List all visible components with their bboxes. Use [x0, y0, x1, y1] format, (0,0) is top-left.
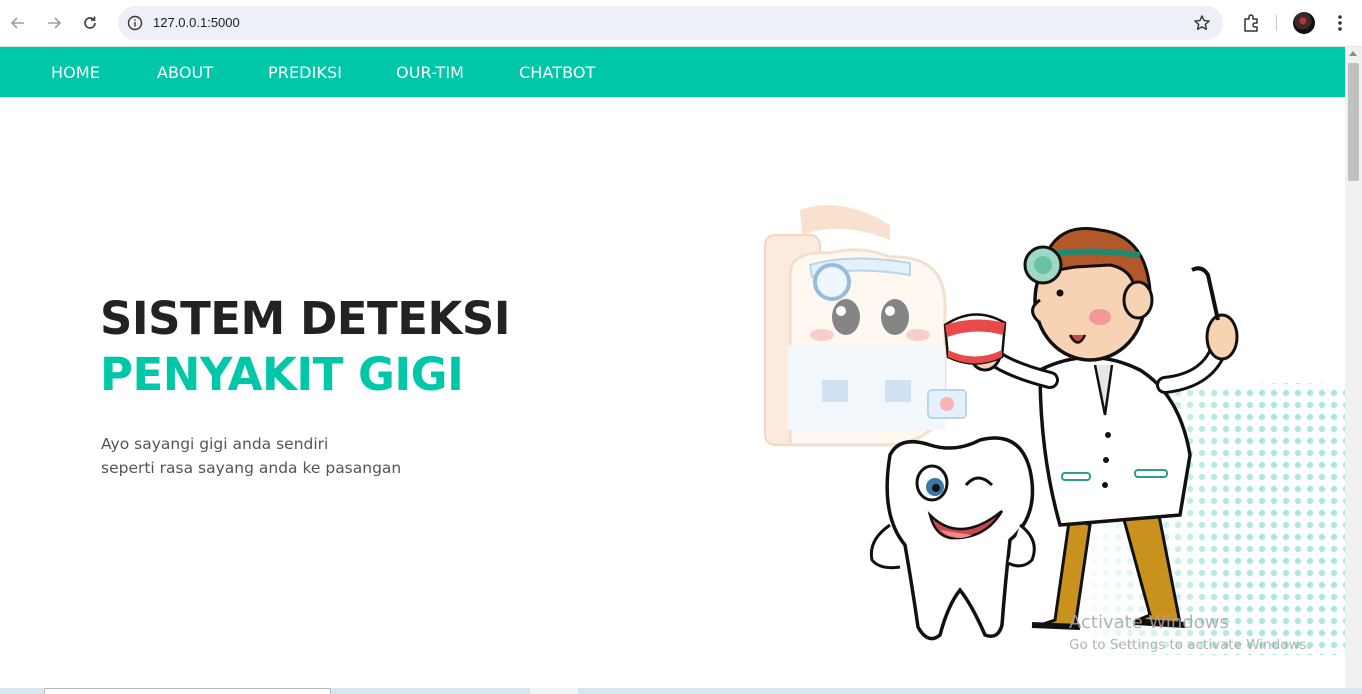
activate-windows-subtitle: Go to Settings to activate Windows.: [1069, 637, 1311, 653]
hero-description: Ayo sayangi gigi anda sendiri seperti ra…: [101, 432, 401, 480]
site-navbar: HOME ABOUT PREDIKSI OUR-TIM CHATBOT: [0, 47, 1345, 97]
taskbar-window-preview[interactable]: [44, 688, 331, 694]
site-info-icon[interactable]: [126, 14, 144, 32]
taskbar-edge: [0, 688, 1362, 694]
hero-subtitle: PENYAKIT GIGI: [100, 348, 464, 401]
hero-description-line-1: Ayo sayangi gigi anda sendiri: [101, 435, 329, 453]
bookmark-star-icon[interactable]: [1193, 14, 1211, 32]
faded-tooth-character: [764, 205, 967, 447]
browser-toolbar: 127.0.0.1:5000: [0, 0, 1362, 47]
taskbar-item[interactable]: [530, 688, 578, 694]
nav-home[interactable]: HOME: [51, 63, 100, 82]
page-scrollbar[interactable]: [1345, 47, 1362, 688]
hero-title: SISTEM DETEKSI: [100, 292, 511, 345]
reload-icon[interactable]: [79, 12, 101, 34]
url-text[interactable]: 127.0.0.1:5000: [153, 15, 240, 30]
happy-tooth-character: [869, 436, 1036, 641]
back-arrow-icon[interactable]: [7, 12, 29, 34]
extensions-icon[interactable]: [1240, 12, 1262, 34]
nav-about[interactable]: ABOUT: [157, 63, 213, 82]
profile-avatar[interactable]: [1293, 12, 1315, 34]
nav-chatbot[interactable]: CHATBOT: [519, 63, 595, 82]
scrollbar-thumb[interactable]: [1348, 63, 1359, 181]
dentist-illustration: [740, 195, 1345, 655]
more-menu-icon[interactable]: [1331, 12, 1349, 34]
nav-prediksi[interactable]: PREDIKSI: [268, 63, 342, 82]
forward-arrow-icon[interactable]: [43, 12, 65, 34]
toolbar-divider: [1276, 15, 1277, 31]
scroll-up-icon[interactable]: [1349, 51, 1357, 56]
address-bar[interactable]: 127.0.0.1:5000: [118, 6, 1223, 40]
hero-description-line-2: seperti rasa sayang anda ke pasangan: [101, 459, 402, 477]
activate-windows-title: Activate Windows: [1069, 612, 1229, 633]
nav-our-tim[interactable]: OUR-TIM: [396, 63, 464, 82]
